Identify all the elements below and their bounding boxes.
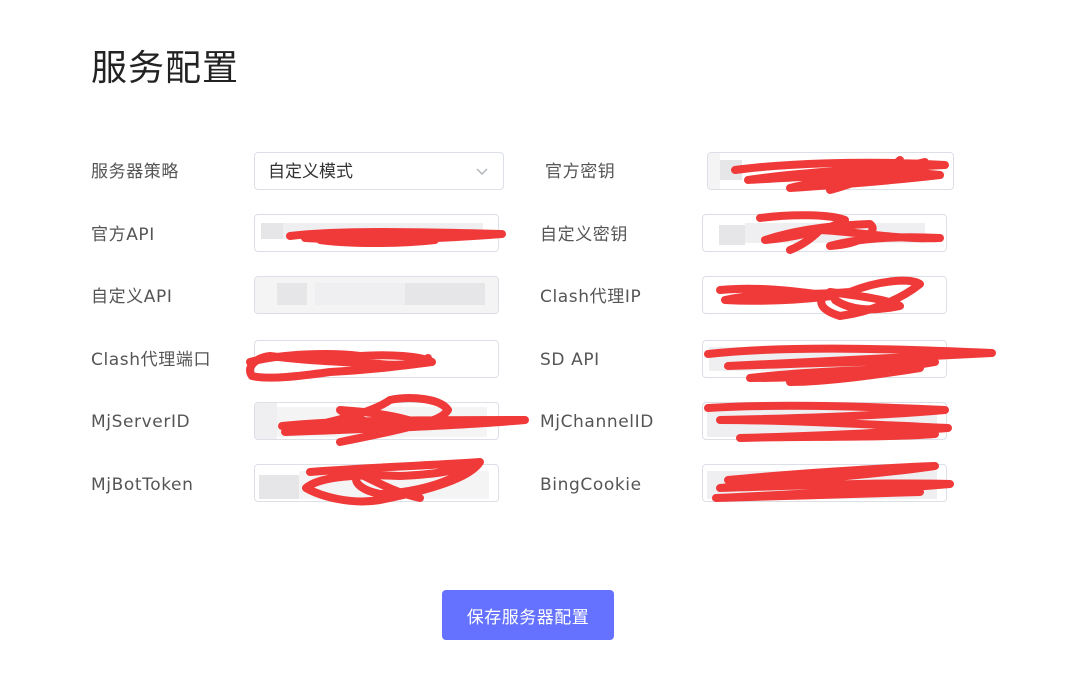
clash-proxy-port-label: Clash代理端口 [91,350,212,370]
custom-key-input[interactable] [702,214,947,252]
bing-cookie-label: BingCookie [540,475,642,495]
server-strategy-value: 自定义模式 [268,162,353,182]
official-api-label: 官方API [91,225,155,245]
official-api-input[interactable] [254,214,499,252]
redaction-mosaic [261,223,283,239]
redaction-mosaic [708,153,720,189]
redaction-mosaic [405,283,485,305]
redaction-mosaic [709,347,909,371]
redaction-mosaic [707,407,937,437]
mj-bot-token-input[interactable] [254,464,499,502]
sd-api-input[interactable] [702,340,947,378]
redaction-mosaic [277,407,487,437]
save-server-config-button[interactable]: 保存服务器配置 [442,590,614,640]
mj-channel-id-input[interactable] [702,402,947,440]
server-strategy-label: 服务器策略 [91,162,179,182]
redaction-mosaic [299,471,489,499]
redaction-mosaic [745,223,925,243]
redaction-mosaic [259,475,299,499]
redaction-mosaic [719,225,745,245]
custom-key-label: 自定义密钥 [540,225,628,245]
redaction-mosaic [283,223,483,239]
sd-api-label: SD API [540,350,600,370]
mj-channel-id-label: MjChannelID [540,412,654,432]
mj-server-id-input[interactable] [254,402,499,440]
custom-api-label: 自定义API [91,287,173,307]
mj-server-id-label: MjServerID [91,412,191,432]
official-key-label: 官方密钥 [545,162,616,182]
custom-api-input[interactable] [254,276,499,314]
clash-proxy-ip-label: Clash代理IP [540,287,642,307]
server-strategy-select[interactable]: 自定义模式 [254,152,504,190]
redaction-mosaic [315,283,405,305]
clash-proxy-ip-input[interactable] [702,276,947,314]
redaction-mosaic [720,160,742,180]
redaction-mosaic [707,471,937,499]
redaction-mosaic [255,403,277,439]
bing-cookie-input[interactable] [702,464,947,502]
chevron-down-icon [476,168,488,175]
official-key-input[interactable] [707,152,954,190]
page-title: 服务配置 [91,48,240,89]
mj-bot-token-label: MjBotToken [91,475,194,495]
clash-proxy-port-input[interactable] [254,340,499,378]
redaction-mosaic [277,283,307,305]
